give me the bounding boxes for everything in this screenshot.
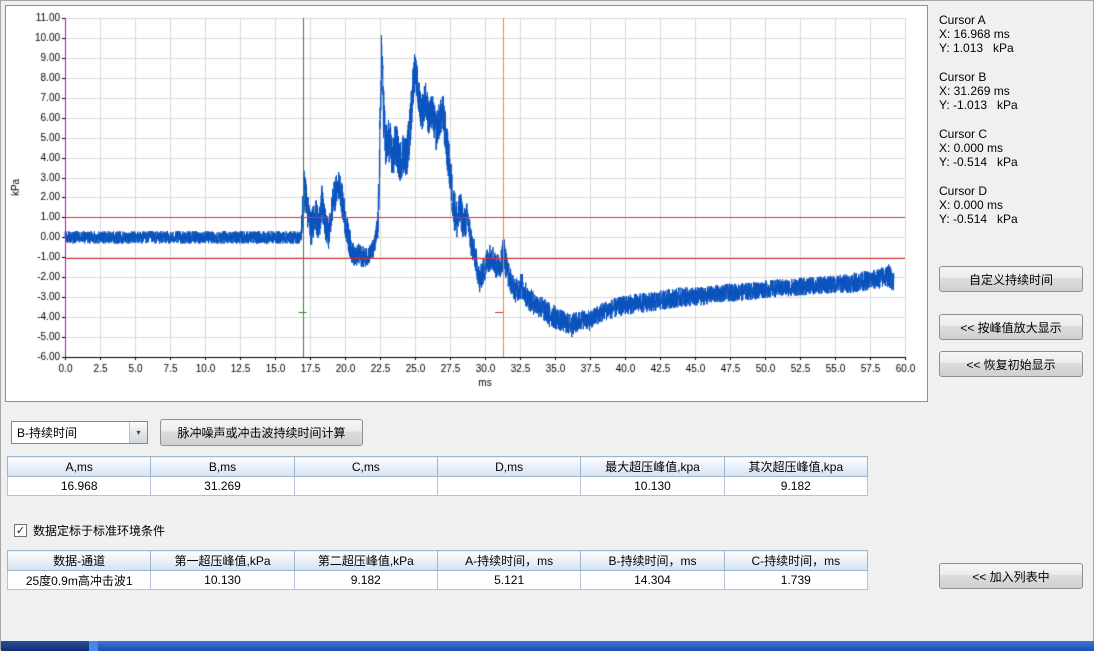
result-table-header-cell: 数据-通道	[8, 551, 151, 571]
cursor-table-data-cell	[294, 477, 437, 496]
result-table-header-cell: A-持续时间，ms	[437, 551, 580, 571]
standard-env-checkbox-row[interactable]: ✓ 数据定标于标准环境条件	[14, 522, 165, 539]
cursor-table-header-cell: B,ms	[151, 457, 294, 477]
result-table: 数据-通道第一超压峰值,kPa第二超压峰值,kPaA-持续时间，msB-持续时间…	[7, 550, 868, 590]
result-table-data-cell: 10.130	[151, 571, 294, 590]
cursor-readout: Cursor CX: 0.000 msY: -0.514 kPa	[939, 127, 1091, 169]
cursor-values-table: A,msB,msC,msD,ms最大超压峰值,kpa其次超压峰值,kpa16.9…	[7, 456, 868, 496]
result-table-data-cell: 1.739	[724, 571, 867, 590]
result-table-data-cell: 5.121	[437, 571, 580, 590]
cursor-table-data-row[interactable]: 16.96831.269 10.1309.182	[8, 477, 868, 496]
cursor-readout-y: Y: 1.013 kPa	[939, 41, 1091, 55]
app-window: Cursor AX: 16.968 msY: 1.013 kPa Cursor B…	[0, 0, 1094, 650]
zoom-to-peak-button[interactable]: << 按峰值放大显示	[939, 314, 1083, 340]
cursor-info-panel: Cursor AX: 16.968 msY: 1.013 kPa Cursor B…	[939, 13, 1091, 241]
cursor-readout-x: X: 0.000 ms	[939, 141, 1091, 155]
checkbox-checked-icon[interactable]: ✓	[14, 524, 27, 537]
cursor-readout-y: Y: -1.013 kPa	[939, 98, 1091, 112]
result-table-header-cell: 第二超压峰值,kPa	[294, 551, 437, 571]
cursor-readout: Cursor DX: 0.000 msY: -0.514 kPa	[939, 184, 1091, 226]
cursor-readout-title: Cursor B	[939, 70, 1091, 84]
waveform-chart[interactable]	[6, 6, 927, 401]
result-table-header-cell: 第一超压峰值,kPa	[151, 551, 294, 571]
cursor-readout-y: Y: -0.514 kPa	[939, 212, 1091, 226]
cursor-table-data-cell: 31.269	[151, 477, 294, 496]
cursor-table-header-row: A,msB,msC,msD,ms最大超压峰值,kpa其次超压峰值,kpa	[8, 457, 868, 477]
cursor-readout-title: Cursor C	[939, 127, 1091, 141]
restore-initial-view-button[interactable]: << 恢复初始显示	[939, 351, 1083, 377]
calc-duration-button[interactable]: 脉冲噪声或冲击波持续时间计算	[160, 419, 363, 446]
duration-type-select[interactable]: B-持续时间 ▾	[11, 421, 148, 444]
cursor-readout-x: X: 31.269 ms	[939, 84, 1091, 98]
result-table-data-cell: 14.304	[581, 571, 724, 590]
cursor-readout-x: X: 16.968 ms	[939, 27, 1091, 41]
result-table-header-row: 数据-通道第一超压峰值,kPa第二超压峰值,kPaA-持续时间，msB-持续时间…	[8, 551, 868, 571]
cursor-table-header-cell: 最大超压峰值,kpa	[581, 457, 724, 477]
cursor-readout: Cursor AX: 16.968 msY: 1.013 kPa	[939, 13, 1091, 55]
add-to-list-button[interactable]: << 加入列表中	[939, 563, 1083, 589]
cursor-readout-title: Cursor D	[939, 184, 1091, 198]
result-table-data-cell: 9.182	[294, 571, 437, 590]
chevron-down-icon[interactable]: ▾	[129, 422, 147, 443]
result-table-header-cell: B-持续时间，ms	[581, 551, 724, 571]
cursor-readout-title: Cursor A	[939, 13, 1091, 27]
waveform-chart-panel	[5, 5, 928, 402]
cursor-table-header-cell: D,ms	[437, 457, 580, 477]
cursor-readout-y: Y: -0.514 kPa	[939, 155, 1091, 169]
cursor-readout: Cursor BX: 31.269 msY: -1.013 kPa	[939, 70, 1091, 112]
cursor-table-header-cell: 其次超压峰值,kpa	[724, 457, 867, 477]
cursor-readout-x: X: 0.000 ms	[939, 198, 1091, 212]
cursor-table-header-cell: A,ms	[8, 457, 151, 477]
custom-duration-button[interactable]: 自定义持续时间	[939, 266, 1083, 292]
result-table-header-cell: C-持续时间，ms	[724, 551, 867, 571]
checkbox-label: 数据定标于标准环境条件	[33, 522, 165, 539]
cursor-table-data-cell: 10.130	[581, 477, 724, 496]
cursor-table-data-cell	[437, 477, 580, 496]
result-table-data-cell: 25度0.9m高冲击波1	[8, 571, 151, 590]
cursor-table-data-cell: 9.182	[724, 477, 867, 496]
cursor-table-header-cell: C,ms	[294, 457, 437, 477]
duration-type-value: B-持续时间	[12, 424, 129, 441]
cursor-table-data-cell: 16.968	[8, 477, 151, 496]
result-table-data-row[interactable]: 25度0.9m高冲击波110.1309.1825.12114.3041.739	[8, 571, 868, 590]
